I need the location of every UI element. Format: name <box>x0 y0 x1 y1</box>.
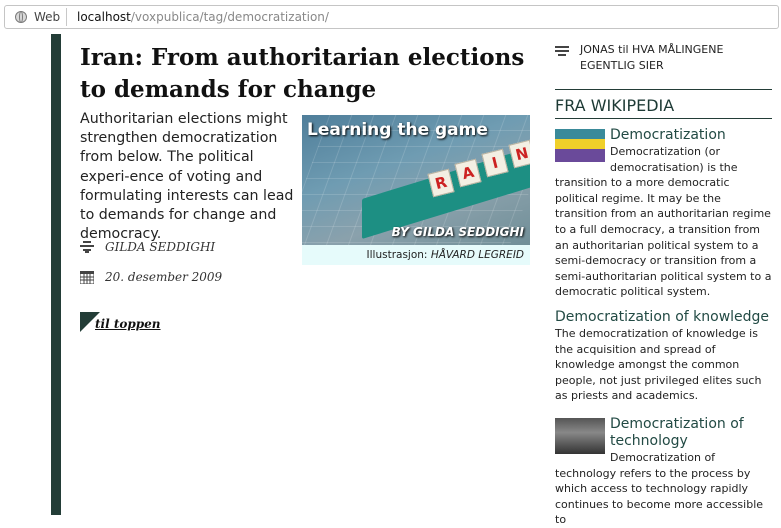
wiki-item-technology: Democratization of technology Democratiz… <box>555 416 772 528</box>
browser-toolbar: Web localhost/voxpublica/tag/democratiza… <box>0 0 781 34</box>
site-chip-label[interactable]: Web <box>34 10 60 24</box>
page: Iran: From authoritarian elections to de… <box>0 34 781 526</box>
left-accent-bar <box>51 34 61 515</box>
address-separator <box>66 8 67 26</box>
address-bar[interactable]: Web localhost/voxpublica/tag/democratiza… <box>4 5 779 29</box>
credit-label: Illustrasjon: <box>366 249 428 261</box>
article-title[interactable]: Iran: From authoritarian elections to de… <box>80 42 540 106</box>
url-path: /voxpublica/tag/democratization/ <box>130 10 329 24</box>
wiki-item-democratization: Democratization Democratization (or demo… <box>555 127 772 300</box>
wiki-item-text: Democratization (or democratisation) is … <box>555 145 772 299</box>
article-illustration[interactable]: R A I N Learning the game BY GILDA SEDDI… <box>302 115 530 265</box>
wiki-thumbnail[interactable] <box>555 129 605 162</box>
wiki-item-title[interactable]: Democratization of knowledge <box>555 309 772 326</box>
date-text: 20. desember 2009 <box>105 270 223 284</box>
credit-name: HÅVARD LEGREID <box>430 249 524 261</box>
illustration-credit: Illustrasjon: HÅVARD LEGREID <box>302 245 530 265</box>
comment-icon <box>555 46 569 56</box>
wiki-item-text: The democratization of knowledge is the … <box>555 327 762 403</box>
wiki-item-text: Democratization of technology refers to … <box>555 451 764 527</box>
wiki-item-knowledge: Democratization of knowledge The democra… <box>555 309 772 404</box>
globe-icon <box>15 11 27 23</box>
wiki-heading: FRA WIKIPEDIA <box>555 96 772 119</box>
wiki-thumbnail[interactable] <box>555 418 605 454</box>
calendar-icon <box>80 271 94 284</box>
to-top-text[interactable]: til toppen <box>95 317 161 331</box>
comment-text[interactable]: JONAS til HVA MÅLINGENE EGENTLIG SIER <box>580 42 775 74</box>
illustration-title: Learning the game <box>307 120 488 140</box>
author-icon <box>80 241 94 253</box>
author-name[interactable]: GILDA SEDDIGHI <box>105 240 215 254</box>
article-summary: Authoritarian elections might strengthen… <box>80 111 294 243</box>
illustration-byline: BY GILDA SEDDIGHI <box>391 225 524 239</box>
url-host: localhost <box>77 10 131 24</box>
wiki-top-rule <box>555 89 772 90</box>
url-text[interactable]: localhost/voxpublica/tag/democratization… <box>77 10 329 24</box>
